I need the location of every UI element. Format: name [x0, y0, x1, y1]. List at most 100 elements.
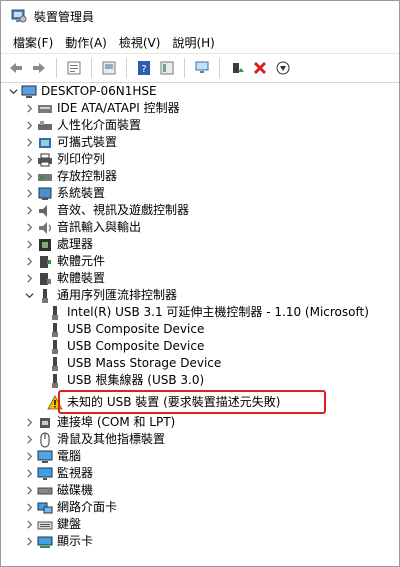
chevron-right-icon[interactable] [23, 414, 35, 431]
tree-item-sound-video[interactable]: 音效、視訊及遊戲控制器 [23, 202, 189, 219]
chevron-right-icon[interactable] [23, 219, 35, 236]
usb-device-icon [47, 339, 63, 355]
usb-child-host-controller[interactable]: Intel(R) USB 3.1 可延伸主機控制器 - 1.10 (Micros… [45, 304, 369, 321]
usb-child-root-hub[interactable]: USB 根集線器 (USB 3.0) [45, 372, 204, 389]
chevron-right-icon[interactable] [23, 236, 35, 253]
display-adapter-icon [37, 534, 53, 550]
title-bar: 裝置管理員 [1, 1, 399, 31]
tree-item-network[interactable]: 網路介面卡 [23, 499, 117, 516]
port-icon [37, 415, 53, 431]
chevron-right-icon[interactable] [23, 134, 35, 151]
svg-text:?: ? [141, 64, 146, 75]
chevron-right-icon[interactable] [23, 465, 35, 482]
help-icon[interactable]: ? [133, 57, 155, 79]
usb-child-composite-2[interactable]: USB Composite Device [45, 338, 204, 355]
storage-controller-icon [37, 169, 53, 185]
device-tree[interactable]: DESKTOP-06N1HSE IDE ATA/ATAPI 控制器 人性化介面裝… [1, 83, 399, 566]
monitor-icon[interactable] [191, 57, 213, 79]
back-arrow-icon[interactable] [5, 57, 27, 79]
chevron-right-icon[interactable] [23, 270, 35, 287]
tree-item-ide[interactable]: IDE ATA/ATAPI 控制器 [23, 100, 180, 117]
chevron-right-icon[interactable] [23, 533, 35, 550]
tree-item-label: 軟體裝置 [57, 271, 106, 285]
tree-root-label: DESKTOP-06N1HSE [41, 84, 157, 98]
menu-help[interactable]: 說明(H) [166, 34, 220, 51]
tree-item-monitor[interactable]: 監視器 [23, 465, 93, 482]
network-adapter-icon [37, 500, 53, 516]
tree-item-label: 列印佇列 [57, 152, 106, 166]
usb-device-icon [47, 356, 63, 372]
enable-device-icon[interactable] [226, 57, 248, 79]
chevron-right-icon[interactable] [23, 117, 35, 134]
tree-root[interactable]: DESKTOP-06N1HSE [7, 83, 157, 100]
tree-item-label: 音訊輸入與輸出 [57, 220, 142, 234]
computer-icon [21, 84, 37, 100]
chevron-right-icon[interactable] [23, 151, 35, 168]
tree-item-label: 電腦 [57, 449, 82, 463]
tree-item-label: 系統裝置 [57, 186, 106, 200]
ide-controller-icon [37, 101, 53, 117]
tree-item-label: 磁碟機 [57, 483, 94, 497]
chevron-right-icon[interactable] [23, 253, 35, 270]
chevron-right-icon[interactable] [23, 168, 35, 185]
tree-item-display-adapter[interactable]: 顯示卡 [23, 533, 93, 550]
tree-item-usb-controllers[interactable]: 通用序列匯流排控制器 [23, 287, 177, 304]
printer-icon [37, 152, 53, 168]
tree-item-computer[interactable]: 電腦 [23, 448, 81, 465]
show-hidden-icon[interactable] [156, 57, 178, 79]
toolbar-separator [91, 58, 92, 78]
chevron-right-icon[interactable] [23, 448, 35, 465]
audio-io-icon [37, 220, 53, 236]
toolbar-separator [56, 58, 57, 78]
chevron-right-icon[interactable] [23, 431, 35, 448]
usb-child-mass-storage[interactable]: USB Mass Storage Device [45, 355, 221, 372]
usb-icon [37, 288, 53, 304]
chevron-right-icon[interactable] [23, 499, 35, 516]
properties-icon[interactable] [63, 57, 85, 79]
tree-item-system[interactable]: 系統裝置 [23, 185, 105, 202]
tree-item-audio-io[interactable]: 音訊輸入與輸出 [23, 219, 141, 236]
tree-item-keyboard[interactable]: 鍵盤 [23, 516, 81, 533]
usb-child-composite-1[interactable]: USB Composite Device [45, 321, 204, 338]
tree-item-label: 音效、視訊及遊戲控制器 [57, 203, 190, 217]
toolbar-separator [184, 58, 185, 78]
tree-item-label: 處理器 [57, 237, 94, 251]
portable-device-icon [37, 135, 53, 151]
tree-item-print-queue[interactable]: 列印佇列 [23, 151, 105, 168]
chevron-down-icon[interactable] [7, 83, 19, 100]
software-device-icon [37, 271, 53, 287]
menu-file[interactable]: 檔案(F) [7, 34, 59, 51]
processor-icon [37, 237, 53, 253]
chevron-down-icon[interactable] [23, 287, 35, 304]
tree-item-disk[interactable]: 磁碟機 [23, 482, 93, 499]
tree-item-portable[interactable]: 可攜式裝置 [23, 134, 117, 151]
tree-item-software-component[interactable]: 軟體元件 [23, 253, 105, 270]
tree-item-processor[interactable]: 處理器 [23, 236, 93, 253]
chevron-right-icon[interactable] [23, 482, 35, 499]
menu-action[interactable]: 動作(A) [59, 34, 113, 51]
chevron-right-icon[interactable] [23, 185, 35, 202]
chevron-right-icon[interactable] [23, 100, 35, 117]
tree-item-label: 通用序列匯流排控制器 [57, 288, 178, 302]
hid-icon [37, 118, 53, 134]
system-device-icon [37, 186, 53, 202]
chevron-right-icon[interactable] [23, 516, 35, 533]
tree-item-hid[interactable]: 人性化介面裝置 [23, 117, 141, 134]
mouse-icon [37, 432, 53, 448]
tree-item-software-device[interactable]: 軟體裝置 [23, 270, 105, 287]
chevron-right-icon[interactable] [23, 202, 35, 219]
keyboard-icon [37, 517, 53, 533]
tree-item-ports[interactable]: 連接埠 (COM 和 LPT) [23, 414, 175, 431]
menu-view[interactable]: 檢視(V) [113, 34, 167, 51]
forward-arrow-icon[interactable] [28, 57, 50, 79]
tree-item-mouse[interactable]: 滑鼠及其他指標裝置 [23, 431, 165, 448]
tree-item-storage[interactable]: 存放控制器 [23, 168, 117, 185]
toolbar-separator [219, 58, 220, 78]
computer-icon [37, 449, 53, 465]
download-icon[interactable] [272, 57, 294, 79]
update-icon[interactable] [98, 57, 120, 79]
usb-device-icon [47, 322, 63, 338]
uninstall-x-icon[interactable] [249, 57, 271, 79]
tree-item-label: USB Composite Device [67, 322, 205, 336]
tree-item-label: 網路介面卡 [57, 500, 118, 514]
